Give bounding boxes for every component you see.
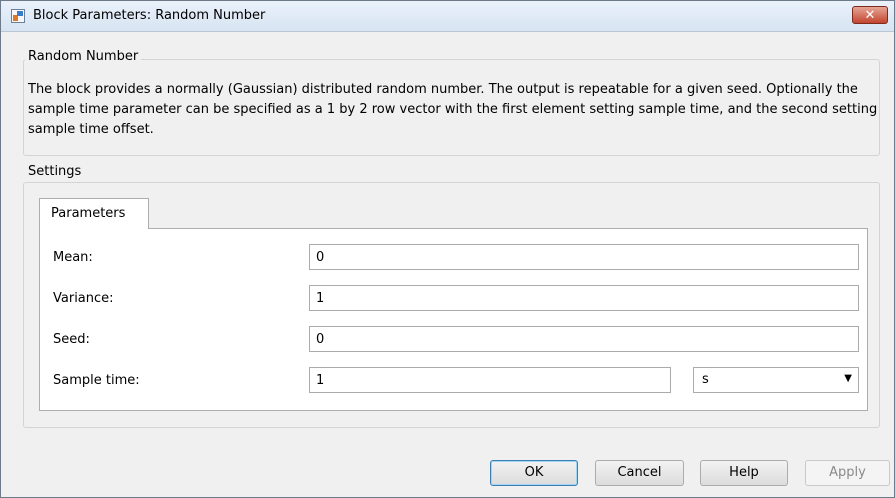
tab-parameters[interactable]: Parameters (39, 198, 149, 229)
sample-time-label: Sample time: (53, 373, 140, 388)
seed-label: Seed: (53, 332, 90, 347)
ok-button[interactable]: OK (490, 460, 578, 486)
settings-group-title: Settings (25, 164, 85, 179)
dialog-window: Block Parameters: Random Number ✕ Random… (0, 0, 895, 498)
simulink-app-icon (11, 9, 25, 23)
close-icon: ✕ (864, 8, 876, 23)
block-description: The block provides a normally (Gaussian)… (28, 82, 878, 137)
help-button[interactable]: Help (700, 460, 788, 486)
sample-time-unit-value: s (702, 372, 709, 387)
close-button[interactable]: ✕ (852, 6, 888, 24)
mean-input[interactable] (309, 244, 859, 270)
variance-input[interactable] (309, 285, 859, 311)
chevron-down-icon: ▼ (844, 373, 852, 384)
tab-parameters-label: Parameters (51, 206, 126, 221)
variance-label: Variance: (53, 291, 114, 306)
apply-button[interactable]: Apply (805, 460, 890, 486)
title-bar[interactable]: Block Parameters: Random Number ✕ (1, 1, 894, 32)
sample-time-unit-select[interactable]: s ▼ (693, 367, 859, 393)
window-title: Block Parameters: Random Number (33, 8, 266, 23)
seed-input[interactable] (309, 326, 859, 352)
sample-time-input[interactable] (309, 367, 671, 393)
block-group-title: Random Number (25, 49, 142, 64)
cancel-button[interactable]: Cancel (595, 460, 684, 486)
mean-label: Mean: (53, 250, 93, 265)
